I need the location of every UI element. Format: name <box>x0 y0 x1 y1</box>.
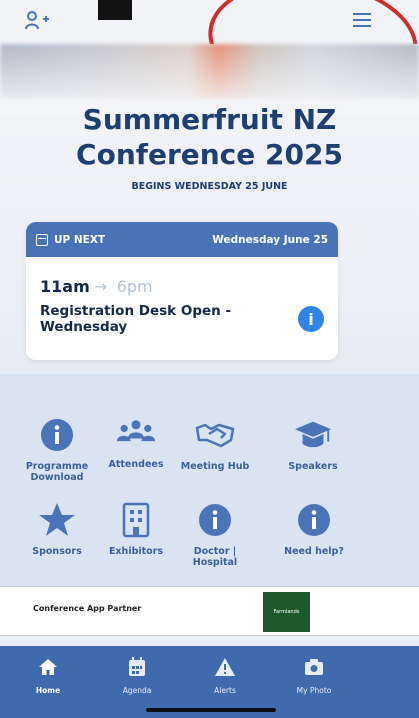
star-icon <box>37 500 77 540</box>
up-next-label: UP NEXT <box>54 233 106 246</box>
nav-alerts[interactable]: Alerts <box>190 656 260 695</box>
tile-doctor-hospital[interactable]: Doctor | Hospital <box>170 500 260 568</box>
nav-agenda[interactable]: Agenda <box>102 656 172 695</box>
calendar-icon <box>36 233 48 246</box>
redaction-block <box>98 0 132 20</box>
event-info-icon[interactable]: i <box>298 306 324 332</box>
tile-programme-download[interactable]: Programme Download <box>12 415 102 483</box>
home-icon <box>37 656 59 678</box>
add-person-icon[interactable] <box>24 10 50 32</box>
home-indicator <box>146 708 276 712</box>
tile-speakers[interactable]: Speakers <box>268 415 358 472</box>
event-end-time: 6pm <box>116 277 153 296</box>
partner-logo: Farmlands <box>263 592 310 632</box>
building-icon <box>116 500 156 540</box>
up-next-header: UP NEXT Wednesday June 25 <box>26 222 338 257</box>
event-start-time: 11am <box>40 277 90 296</box>
info-icon <box>294 500 334 540</box>
begins-date: BEGINS WEDNESDAY 25 JUNE <box>131 181 288 192</box>
nav-my-photo[interactable]: My Photo <box>279 656 349 695</box>
graduation-cap-icon <box>293 415 333 455</box>
arrow-right-icon: → <box>93 277 108 296</box>
partner-label: Conference App Partner <box>33 604 142 613</box>
tile-exhibitors[interactable]: Exhibitors <box>91 500 181 557</box>
alert-icon <box>214 656 236 678</box>
info-icon <box>195 500 235 540</box>
up-next-card[interactable]: UP NEXT Wednesday June 25 11am → 6pm Regi… <box>26 222 338 360</box>
event-time: 11am → 6pm <box>40 277 153 296</box>
nav-home[interactable]: Home <box>13 656 83 695</box>
handshake-icon <box>195 415 235 455</box>
calendar-icon <box>126 656 148 678</box>
tile-need-help[interactable]: Need help? <box>268 500 360 557</box>
camera-icon <box>303 656 325 678</box>
app-partner-banner[interactable]: Conference App Partner Farmlands <box>0 586 419 636</box>
tile-meeting-hub[interactable]: Meeting Hub <box>170 415 260 472</box>
tile-attendees[interactable]: Attendees <box>91 413 181 470</box>
info-icon <box>37 415 77 455</box>
tile-sponsors[interactable]: Sponsors <box>12 500 102 557</box>
conference-title: Summerfruit NZ Conference 2025 <box>76 103 343 171</box>
up-next-date: Wednesday June 25 <box>212 233 328 246</box>
people-icon <box>116 413 156 453</box>
event-title: Registration Desk Open - Wednesday <box>40 303 232 335</box>
